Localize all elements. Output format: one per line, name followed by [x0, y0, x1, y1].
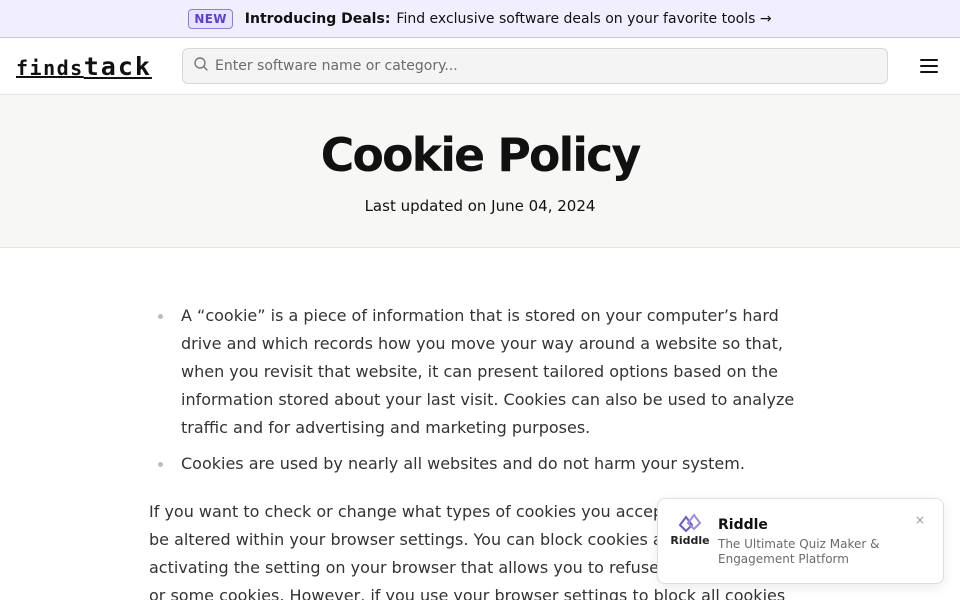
announcement-link[interactable]: Introducing Deals: Find exclusive softwa…	[245, 11, 772, 27]
announcement-title: Introducing Deals:	[244, 10, 391, 27]
search-box[interactable]	[182, 48, 888, 84]
list-item: Cookies are used by nearly all websites …	[149, 450, 811, 478]
announcement-text: Find exclusive software deals on your fa…	[396, 10, 772, 27]
hero-section: Cookie Policy Last updated on June 04, 2…	[0, 95, 960, 248]
announcement-bar: NEW Introducing Deals: Find exclusive so…	[0, 0, 960, 38]
close-icon[interactable]: ×	[915, 513, 925, 527]
riddle-logo-text: Riddle	[670, 534, 710, 547]
logo-part-1: finds	[16, 55, 84, 80]
logo-part-2: tack	[83, 51, 152, 81]
search-input[interactable]	[215, 58, 877, 74]
findstack-logo[interactable]: finds tack	[16, 52, 182, 81]
search-icon	[193, 56, 209, 76]
last-updated: Last updated on June 04, 2024	[364, 197, 596, 215]
bullet-list: A “cookie” is a piece of information tha…	[149, 302, 811, 478]
list-item: A “cookie” is a piece of information tha…	[149, 302, 811, 442]
page-title: Cookie Policy	[320, 128, 642, 182]
riddle-logo: Riddle	[670, 513, 710, 569]
sponsor-toast[interactable]: Riddle Riddle The Ultimate Quiz Maker & …	[657, 498, 944, 584]
hamburger-menu-icon[interactable]	[920, 54, 944, 78]
toast-subtitle: The Ultimate Quiz Maker & Engagement Pla…	[718, 537, 880, 566]
toast-title: Riddle	[718, 517, 768, 533]
site-header: finds tack	[0, 38, 960, 95]
new-badge: NEW	[188, 8, 233, 29]
